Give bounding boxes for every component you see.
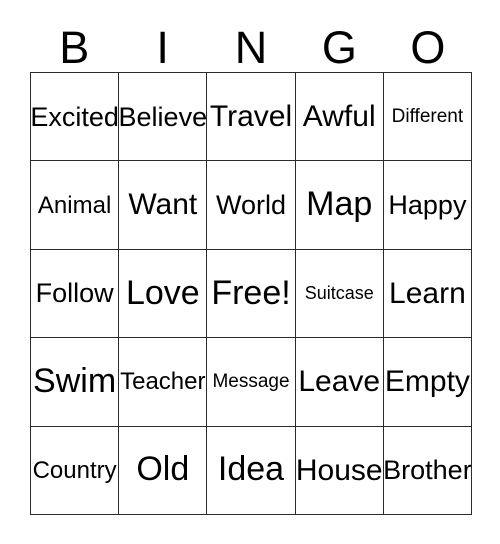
header-letter-b: B <box>30 14 118 72</box>
bingo-cell-label: Free! <box>211 273 291 312</box>
bingo-cell-label: Awful <box>302 99 376 133</box>
header-letter-o: O <box>384 14 472 72</box>
bingo-grid: Excited Believe Travel Awful Different A… <box>30 72 473 516</box>
header-letter-b-label: B <box>59 22 90 73</box>
bingo-row: Swim Teacher Message Leave Empty <box>31 338 473 427</box>
bingo-cell-label: Suitcase <box>304 283 374 304</box>
bingo-cell[interactable]: House <box>295 426 384 516</box>
bingo-cell[interactable]: Want <box>119 161 208 250</box>
bingo-cell[interactable]: Suitcase <box>295 249 384 339</box>
bingo-cell-label: Swim <box>33 362 117 401</box>
bingo-cell[interactable]: Map <box>295 161 384 250</box>
header-letter-n-label: N <box>234 22 268 73</box>
bingo-row: Follow Love Free! Suitcase Learn <box>31 249 473 339</box>
bingo-cell[interactable]: Swim <box>31 338 120 427</box>
bingo-cell-label: World <box>215 189 287 220</box>
bingo-cell[interactable]: Country <box>31 426 120 516</box>
bingo-cell[interactable]: Message <box>207 338 296 427</box>
header-letter-i: I <box>118 14 206 72</box>
header-letter-o-label: O <box>410 22 446 73</box>
bingo-cell-label: Want <box>128 188 198 222</box>
bingo-cell-label: Excited <box>31 101 119 132</box>
bingo-cell-label: Believe <box>119 101 208 132</box>
bingo-cell-label: Happy <box>388 189 467 220</box>
bingo-card: B I N G O Excited Believe Travel Awful D… <box>0 0 500 544</box>
bingo-cell-label: Love <box>125 273 200 312</box>
bingo-cell[interactable]: Awful <box>295 73 384 162</box>
header-letter-g-label: G <box>321 22 357 73</box>
bingo-cell-label: Map <box>306 185 373 224</box>
bingo-cell[interactable]: Teacher <box>119 338 208 427</box>
header-letter-g: G <box>295 14 383 72</box>
bingo-row: Excited Believe Travel Awful Different <box>31 73 473 162</box>
bingo-cell-label: Leave <box>298 365 381 399</box>
bingo-cell[interactable]: Animal <box>31 161 120 250</box>
bingo-cell[interactable]: Empty <box>383 338 473 427</box>
bingo-cell-label: Animal <box>37 191 112 219</box>
bingo-cell-label: Teacher <box>120 368 206 396</box>
bingo-cell-label: Learn <box>389 276 466 310</box>
bingo-cell[interactable]: Love <box>119 249 208 339</box>
bingo-cell[interactable]: Travel <box>207 73 296 162</box>
bingo-cell-label: House <box>295 453 383 487</box>
bingo-cell-label: Message <box>212 370 290 392</box>
bingo-cell-free[interactable]: Free! <box>207 249 296 339</box>
bingo-cell-label: Brother <box>383 455 472 486</box>
bingo-cell[interactable]: Leave <box>295 338 384 427</box>
bingo-cell[interactable]: Different <box>383 73 473 162</box>
bingo-cell-label: Follow <box>35 278 114 309</box>
bingo-cell-label: Idea <box>217 450 285 489</box>
header-letter-i-label: I <box>156 22 169 73</box>
bingo-cell[interactable]: Old <box>119 426 208 516</box>
bingo-cell[interactable]: Learn <box>383 249 473 339</box>
bingo-cell[interactable]: Believe <box>119 73 208 162</box>
bingo-cell[interactable]: Happy <box>383 161 473 250</box>
bingo-cell[interactable]: Idea <box>207 426 296 516</box>
bingo-row: Animal Want World Map Happy <box>31 161 473 250</box>
bingo-cell[interactable]: World <box>207 161 296 250</box>
bingo-cell-label: Old <box>136 450 190 489</box>
bingo-cell[interactable]: Follow <box>31 249 120 339</box>
bingo-cell-label: Country <box>32 456 117 484</box>
bingo-cell-label: Empty <box>384 365 470 399</box>
bingo-cell[interactable]: Brother <box>383 426 473 516</box>
bingo-cell[interactable]: Excited <box>31 73 120 162</box>
bingo-row: Country Old Idea House Brother <box>31 426 473 516</box>
bingo-cell-label: Different <box>391 105 464 127</box>
bingo-header: B I N G O <box>30 14 472 72</box>
header-letter-n: N <box>207 14 295 72</box>
bingo-cell-label: Travel <box>209 99 293 133</box>
